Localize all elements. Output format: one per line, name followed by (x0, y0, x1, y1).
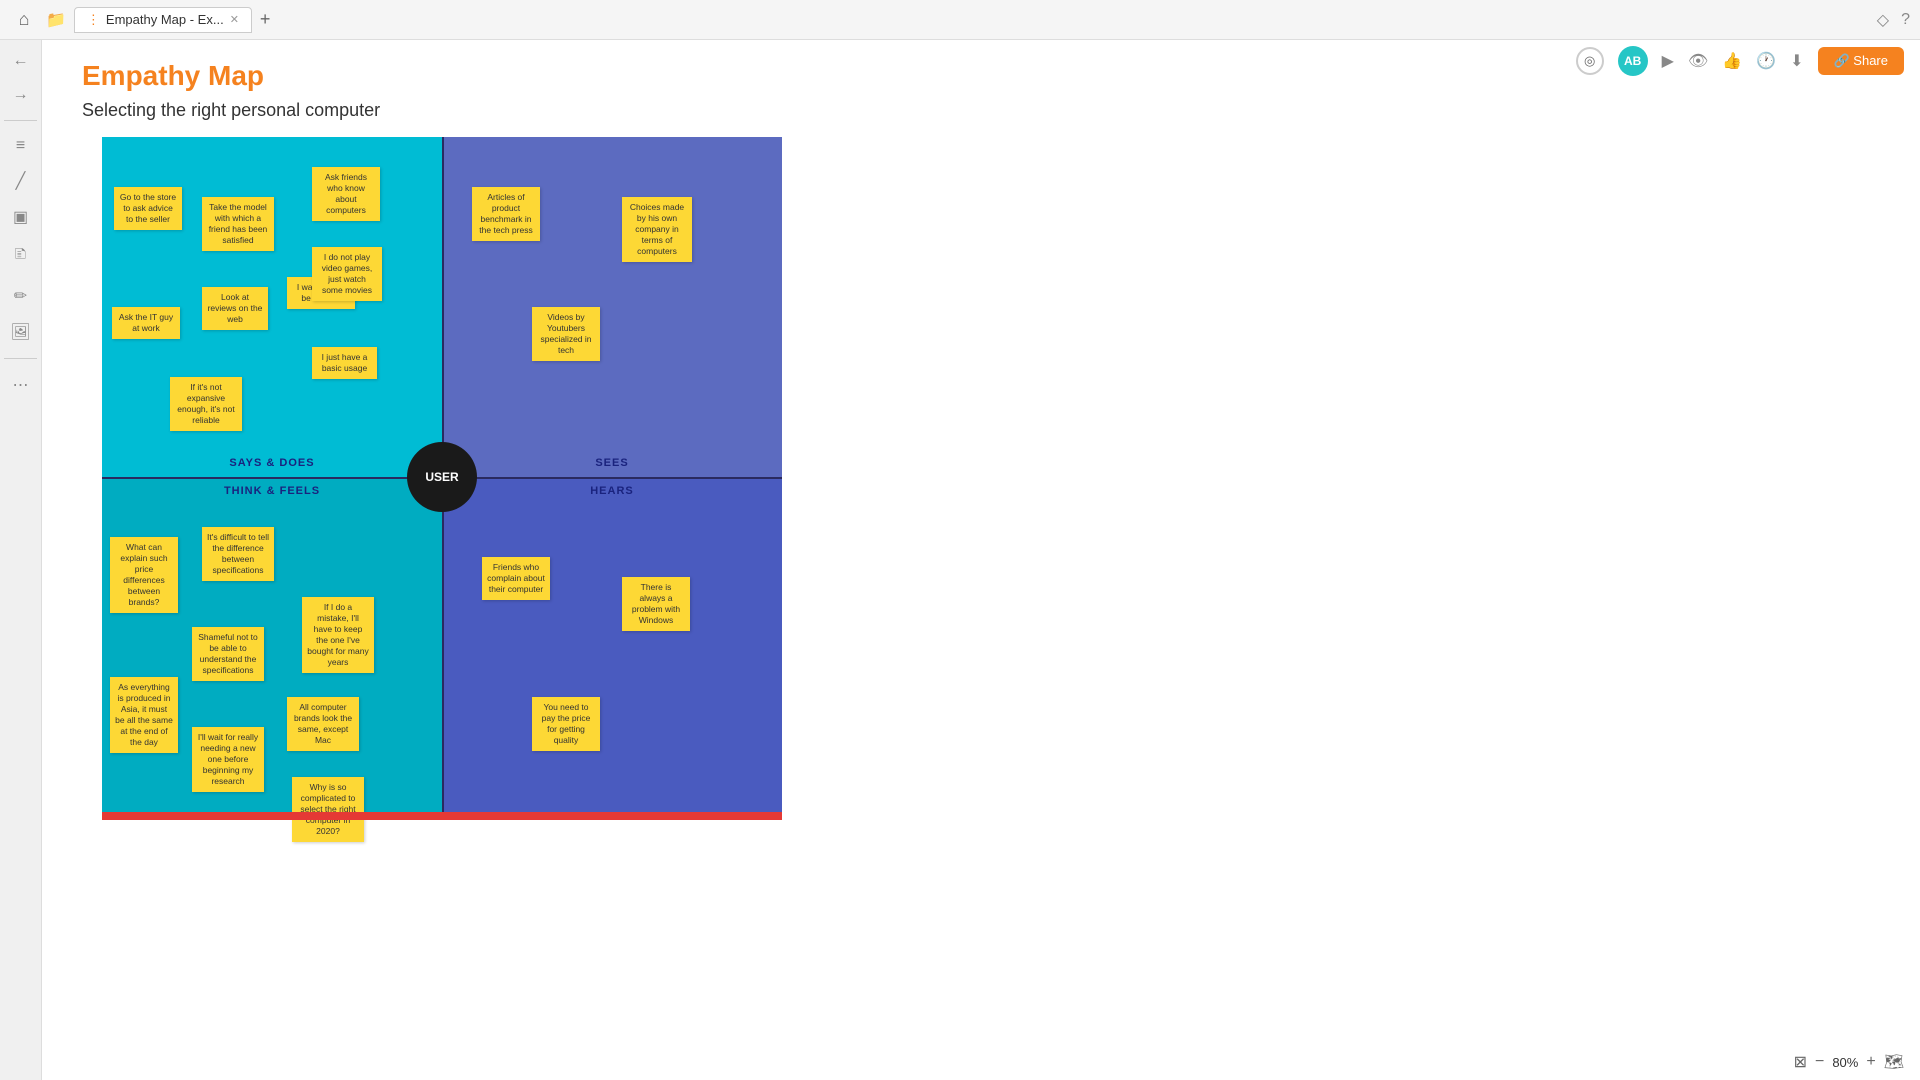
sticky-shameful-specs[interactable]: Shameful not to be able to understand th… (192, 627, 264, 681)
quadrant-says-does: SAYS & DOES Go to the store to ask advic… (102, 137, 442, 477)
topbar: ⌂ 📁 ⋮ Empathy Map - Ex... ✕ + ◇ ? (0, 0, 1920, 40)
tab-label: Empathy Map - Ex... (106, 12, 224, 27)
line-icon[interactable]: ╱ (12, 167, 30, 195)
sticky-no-video-games[interactable]: I do not play video games, just watch so… (312, 247, 382, 301)
active-tab[interactable]: ⋮ Empathy Map - Ex... ✕ (74, 7, 252, 33)
zoom-level-display: 80% (1832, 1055, 1858, 1070)
says-does-label: SAYS & DOES (229, 457, 314, 469)
share-button[interactable]: 🔗 Share (1818, 47, 1905, 75)
sidebar-divider-1 (4, 120, 37, 121)
user-avatar[interactable]: AB (1618, 46, 1648, 76)
diamond-icon[interactable]: ◇ (1877, 10, 1889, 30)
sticky-choices-company[interactable]: Choices made by his own company in terms… (622, 197, 692, 262)
folder-icon[interactable]: 📁 (46, 10, 66, 30)
fit-to-screen-icon[interactable]: ⊠ (1794, 1052, 1807, 1072)
new-tab-button[interactable]: + (260, 9, 271, 30)
zoom-controls: ⊠ − 80% + 🗺 (1794, 1052, 1904, 1072)
quadrant-hears: HEARS Friends who complain about their c… (442, 477, 782, 817)
bottom-bar-red (102, 812, 782, 820)
quadrant-sees: SEES Articles of product benchmark in th… (442, 137, 782, 477)
user-circle: USER (407, 442, 477, 512)
like-icon[interactable]: 👍 (1722, 51, 1742, 71)
left-sidebar: ← → ≡ ╱ ▣ 🗈 ✏ 🖼 ⋯ (0, 40, 42, 1080)
back-icon[interactable]: ← (9, 48, 33, 74)
eye-icon[interactable]: 👁 (1688, 51, 1708, 71)
sticky-go-to-store[interactable]: Go to the store to ask advice to the sel… (114, 187, 182, 230)
sticky-difficult-specs[interactable]: It's difficult to tell the difference be… (202, 527, 274, 581)
main-content: ◎ AB ▶ 👁 👍 🕐 ⬇ 🔗 Share Empathy Map Selec… (42, 40, 1920, 1080)
sticky-pay-price[interactable]: You need to pay the price for getting qu… (532, 697, 600, 751)
topbar-right: ◇ ? (1877, 10, 1910, 30)
sidebar-divider-2 (4, 358, 37, 359)
sticky-made-mistake[interactable]: If I do a mistake, I'll have to keep the… (302, 597, 374, 673)
image-icon[interactable]: 🖼 (6, 318, 34, 346)
zoom-in-button[interactable]: + (1866, 1053, 1875, 1071)
frame-icon[interactable]: ▣ (9, 203, 32, 231)
sticky-take-model[interactable]: Take the model with which a friend has b… (202, 197, 274, 251)
play-icon[interactable]: ▶ (1662, 51, 1674, 71)
user-label: USER (425, 470, 458, 484)
dots-icon[interactable]: ⋯ (9, 371, 33, 399)
tab-close-icon[interactable]: ✕ (230, 13, 239, 26)
sticky-youtube-videos[interactable]: Videos by Youtubers specialized in tech (532, 307, 600, 361)
sticky-icon[interactable]: 🗈 (11, 239, 31, 274)
hears-label: HEARS (590, 485, 634, 497)
sticky-articles-benchmark[interactable]: Articles of product benchmark in the tec… (472, 187, 540, 241)
sticky-ask-it-guy[interactable]: Ask the IT guy at work (112, 307, 180, 339)
empathy-map: SAYS & DOES Go to the store to ask advic… (102, 137, 782, 817)
minimap-icon[interactable]: 🗺 (1884, 1052, 1904, 1072)
quadrant-thinks-feels: THINK & FEELS What can explain such pric… (102, 477, 442, 817)
sees-label: SEES (595, 457, 628, 469)
sticky-basic-usage[interactable]: I just have a basic usage (312, 347, 377, 379)
topbar-left: ⌂ 📁 ⋮ Empathy Map - Ex... ✕ + (10, 6, 270, 34)
sticky-ask-friends[interactable]: Ask friends who know about computers (312, 167, 380, 221)
zoom-out-button[interactable]: − (1815, 1053, 1824, 1071)
sticky-friends-complain[interactable]: Friends who complain about their compute… (482, 557, 550, 600)
top-toolbar: ◎ AB ▶ 👁 👍 🕐 ⬇ 🔗 Share (1560, 40, 1920, 82)
clock-icon[interactable]: 🕐 (1756, 51, 1776, 71)
home-icon[interactable]: ⌂ (10, 6, 38, 34)
question-icon[interactable]: ? (1901, 11, 1910, 29)
page-subtitle: Selecting the right personal computer (82, 100, 1880, 121)
sticky-not-expansive[interactable]: If it's not expansive enough, it's not r… (170, 377, 242, 431)
sticky-look-reviews[interactable]: Look at reviews on the web (202, 287, 268, 330)
text-icon[interactable]: ≡ (12, 133, 29, 159)
sticky-computer-brands[interactable]: All computer brands look the same, excep… (287, 697, 359, 751)
download-icon[interactable]: ⬇ (1790, 51, 1803, 71)
page-content: Empathy Map Selecting the right personal… (42, 40, 1920, 1080)
sticky-wait-research[interactable]: I'll wait for really needing a new one b… (192, 727, 264, 792)
sticky-why-complicated[interactable]: Why is so complicated to select the righ… (292, 777, 364, 842)
forward-icon[interactable]: → (9, 82, 33, 108)
sticky-asia-production[interactable]: As everything is produced in Asia, it mu… (110, 677, 178, 753)
sticky-price-differences[interactable]: What can explain such price differences … (110, 537, 178, 613)
pen-icon[interactable]: ✏ (10, 282, 31, 310)
capture-icon[interactable]: ◎ (1576, 47, 1604, 75)
thinks-feels-label: THINK & FEELS (224, 485, 320, 497)
sticky-windows-problem[interactable]: There is always a problem with Windows (622, 577, 690, 631)
